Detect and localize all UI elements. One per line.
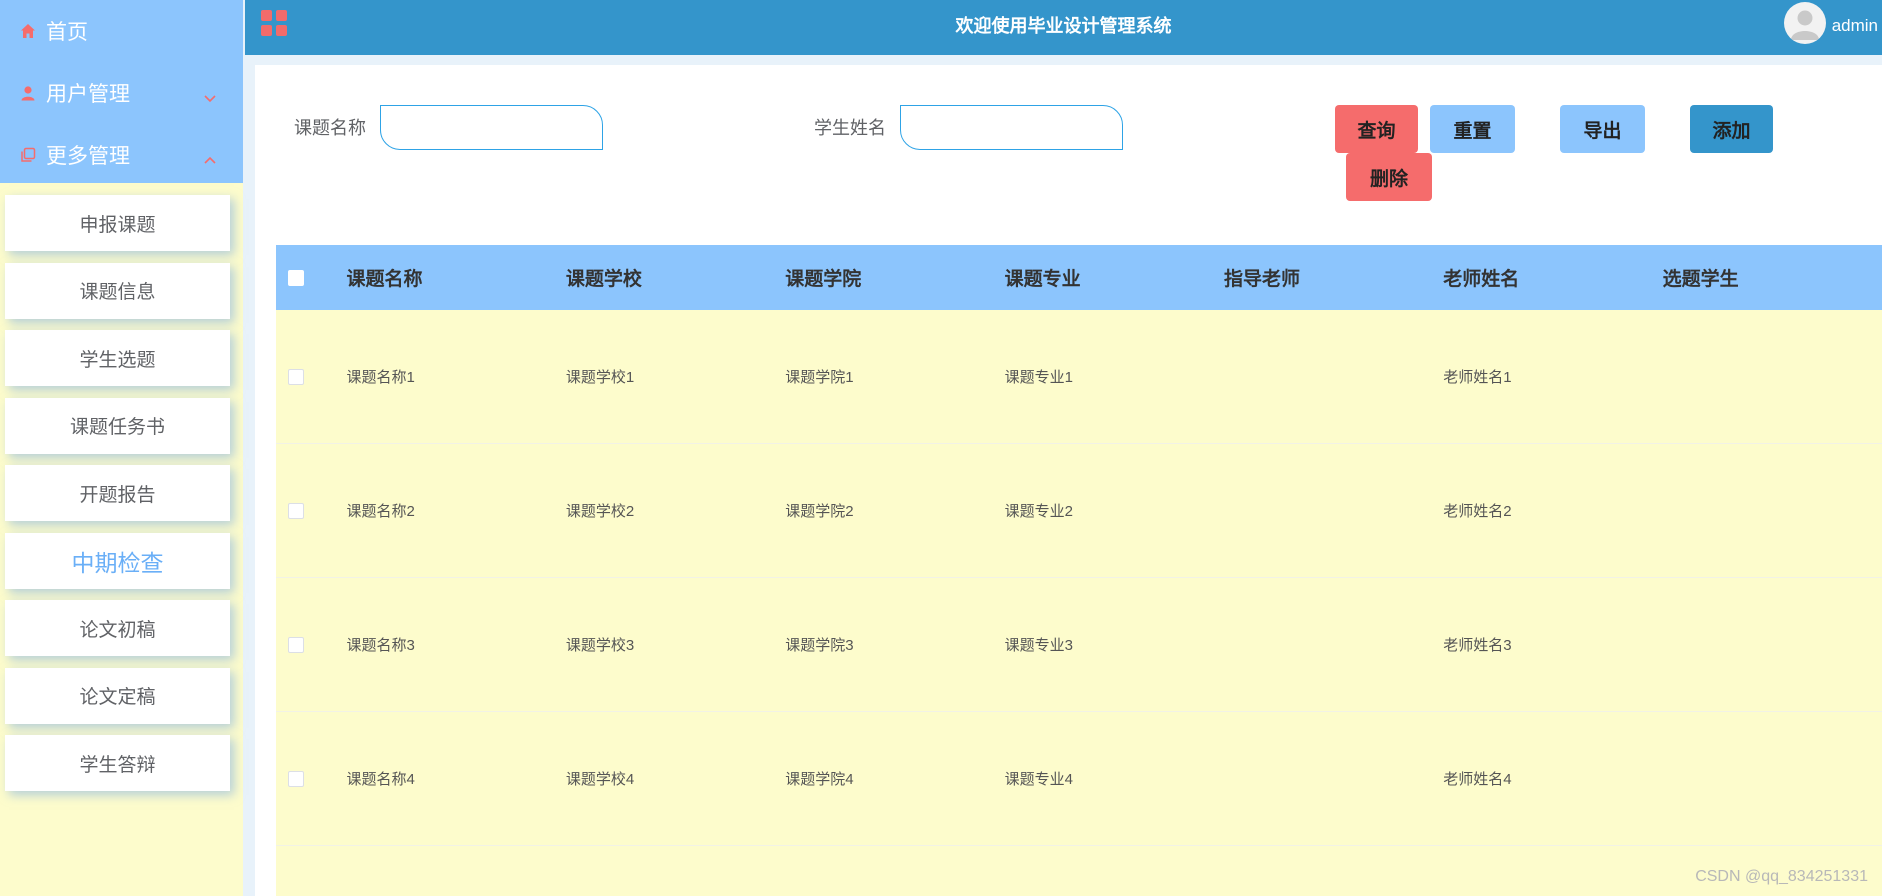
submenu: 申报课题 课题信息 学生选题 课题任务书 开题报告 中期检查 论文初稿 论文定稿… xyxy=(0,183,243,791)
topbar: 欢迎使用毕业设计管理系统 admin xyxy=(245,0,1882,55)
submenu-item-first-draft[interactable]: 论文初稿 xyxy=(5,600,230,656)
table-row[interactable]: 课题名称1 课题学校1 课题学院1 课题专业1 老师姓名1 xyxy=(276,310,1882,444)
reset-button[interactable]: 重置 xyxy=(1430,105,1515,153)
column-header[interactable]: 课题名称 xyxy=(347,264,566,291)
column-header[interactable]: 课题专业 xyxy=(1005,264,1224,291)
chevron-down-icon xyxy=(203,87,217,111)
row-checkbox[interactable] xyxy=(288,502,304,519)
column-header[interactable]: 指导老师 xyxy=(1224,264,1443,291)
menu-item-label: 更多管理 xyxy=(46,145,130,168)
submenu-item-midterm-check[interactable]: 中期检查 xyxy=(5,532,230,589)
table-header: 课题名称 课题学校 课题学院 课题专业 指导老师 老师姓名 选题学生 xyxy=(276,245,1882,310)
submenu-item-defense[interactable]: 学生答辩 xyxy=(5,735,230,791)
table-row[interactable] xyxy=(276,846,1882,896)
column-header[interactable]: 选题学生 xyxy=(1663,264,1882,291)
submenu-item-apply-topic[interactable]: 申报课题 xyxy=(5,195,230,251)
table-row[interactable]: 课题名称3 课题学校3 课题学院3 课题专业3 老师姓名3 xyxy=(276,578,1882,712)
sidebar-main-menu: 首页 用户管理 更多管理 xyxy=(0,0,243,183)
table-cell: 课题学院1 xyxy=(785,369,854,386)
table-cell: 课题专业2 xyxy=(1004,503,1073,520)
page-title: 欢迎使用毕业设计管理系统 xyxy=(955,16,1172,36)
data-table: 课题名称 课题学校 课题学院 课题专业 指导老师 老师姓名 选题学生 课题名称1… xyxy=(276,245,1882,896)
user-avatar-icon xyxy=(1791,10,1819,40)
row-checkbox[interactable] xyxy=(288,770,304,787)
table-cell: 课题专业1 xyxy=(1004,369,1073,386)
table-cell: 课题名称3 xyxy=(346,637,415,654)
copy-icon xyxy=(20,147,36,163)
table-cell: 课题学校1 xyxy=(565,369,635,386)
table-cell: 课题名称2 xyxy=(346,503,415,520)
row-checkbox[interactable] xyxy=(288,368,304,385)
delete-button[interactable]: 删除 xyxy=(1346,153,1432,201)
row-checkbox[interactable] xyxy=(288,636,304,653)
table-cell: 课题学院3 xyxy=(785,637,854,654)
menu-item-label: 用户管理 xyxy=(46,83,130,106)
menu-item-home[interactable]: 首页 xyxy=(0,0,243,62)
table-cell: 课题学校4 xyxy=(565,771,635,788)
column-header[interactable]: 课题学校 xyxy=(566,264,785,291)
avatar[interactable] xyxy=(1784,2,1826,44)
topic-name-input[interactable] xyxy=(380,105,603,150)
table-cell: 课题学校3 xyxy=(565,637,635,654)
submenu-item-topic-info[interactable]: 课题信息 xyxy=(5,262,230,319)
table-cell: 老师姓名3 xyxy=(1443,637,1512,654)
home-icon xyxy=(20,23,36,39)
table-cell: 课题学院2 xyxy=(785,503,854,520)
menu-item-more-management[interactable]: 更多管理 xyxy=(0,124,243,186)
submenu-item-student-selection[interactable]: 学生选题 xyxy=(5,330,230,386)
watermark: CSDN @qq_834251331 xyxy=(1695,868,1868,885)
user-icon xyxy=(20,85,36,101)
username[interactable]: admin xyxy=(1832,16,1878,36)
column-header[interactable]: 课题学院 xyxy=(785,264,1004,291)
query-button[interactable]: 查询 xyxy=(1335,105,1418,153)
table-row[interactable]: 课题名称4 课题学校4 课题学院4 课题专业4 老师姓名4 xyxy=(276,712,1882,846)
table-cell: 课题学院4 xyxy=(785,771,854,788)
topic-name-label: 课题名称 xyxy=(294,118,366,138)
export-button[interactable]: 导出 xyxy=(1560,105,1645,153)
menu-item-user-management[interactable]: 用户管理 xyxy=(0,62,243,124)
table-cell: 课题学校2 xyxy=(565,503,635,520)
table-row[interactable]: 课题名称2 课题学校2 课题学院2 课题专业2 老师姓名2 xyxy=(276,444,1882,578)
column-header[interactable]: 老师姓名 xyxy=(1443,264,1662,291)
add-button[interactable]: 添加 xyxy=(1690,105,1773,153)
menu-item-label: 首页 xyxy=(46,21,88,44)
submenu-item-final-draft[interactable]: 论文定稿 xyxy=(5,667,230,724)
chevron-up-icon xyxy=(203,149,217,173)
table-cell: 老师姓名4 xyxy=(1443,771,1512,788)
table-cell: 课题专业4 xyxy=(1004,771,1073,788)
student-name-input[interactable] xyxy=(900,105,1123,150)
student-name-label: 学生姓名 xyxy=(814,118,886,138)
submenu-item-task-book[interactable]: 课题任务书 xyxy=(5,397,230,454)
main-content: 课题名称 学生姓名 查询 重置 导出 添加 删除 课题名称 课题学校 课题学院 … xyxy=(255,65,1882,896)
table-cell: 课题名称1 xyxy=(346,369,415,386)
table-cell: 老师姓名2 xyxy=(1443,503,1512,520)
select-all-checkbox[interactable] xyxy=(288,269,304,286)
table-cell: 课题名称4 xyxy=(346,771,415,788)
submenu-item-proposal-report[interactable]: 开题报告 xyxy=(5,465,230,521)
table-cell: 老师姓名1 xyxy=(1443,369,1512,386)
table-cell: 课题专业3 xyxy=(1004,637,1073,654)
sidebar: 首页 用户管理 更多管理 申报课题 课题信息 学生选题 课题任务书 开题报告 中… xyxy=(0,0,243,896)
